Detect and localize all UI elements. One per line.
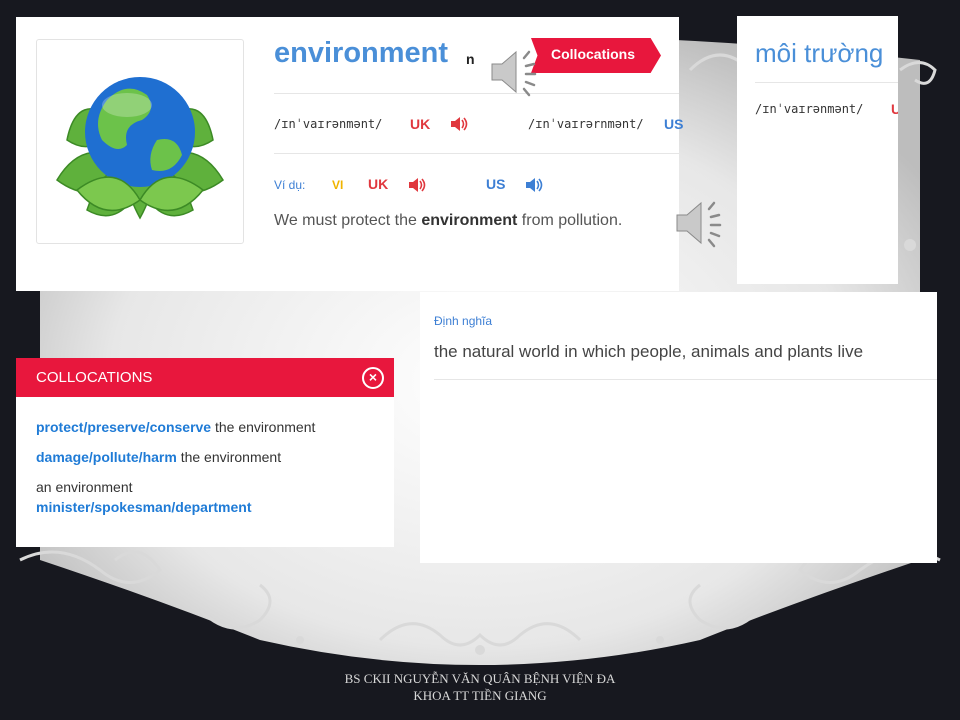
- definition-text: the natural world in which people, anima…: [434, 342, 864, 361]
- slide-footer: BS CKII NGUYỄN VĂN QUÂN BỆNH VIỆN ĐA KHO…: [300, 670, 660, 704]
- translation-ipa: /ɪnˈvaɪrənmənt/: [755, 102, 864, 116]
- collocation-item: damage/pollute/harm the environment: [36, 449, 282, 465]
- close-icon[interactable]: ×: [362, 367, 384, 389]
- divider: [274, 153, 679, 154]
- collocations-panel: COLLOCATIONS × protect/preserve/conserve…: [16, 358, 394, 547]
- speaker-example-uk-icon[interactable]: [408, 177, 426, 193]
- example-label: Ví dụ:: [274, 178, 306, 192]
- collocation-item: protect/preserve/conserve the environmen…: [36, 419, 316, 435]
- translation-word: môi trường: [755, 38, 884, 68]
- headword: environment: [274, 37, 449, 69]
- collocations-button[interactable]: Collocations: [531, 38, 661, 73]
- divider: [434, 379, 937, 380]
- collocation-item: an environment: [36, 479, 133, 495]
- definition-card: Định nghĩa the natural world in which pe…: [420, 292, 937, 563]
- footer-line: KHOA TT TIỀN GIANG: [413, 688, 547, 703]
- part-of-speech: n: [466, 51, 475, 67]
- speaker-uk-icon[interactable]: [450, 116, 468, 132]
- ipa-uk: /ɪnˈvaɪrənmənt/: [274, 117, 383, 131]
- us-label: US: [664, 116, 684, 132]
- example-us-label: US: [486, 176, 506, 192]
- ipa-us: /ɪnˈvaɪrərnmənt/: [528, 117, 644, 131]
- audio-speaker-icon[interactable]: [673, 195, 729, 251]
- dictionary-entry-card: environment n Collocations /ɪnˈvaɪrənmən…: [16, 17, 683, 291]
- footer-line: BS CKII NGUYỄN VĂN QUÂN BỆNH VIỆN ĐA: [344, 671, 616, 686]
- translation-uk-label: U: [891, 101, 898, 117]
- speaker-example-us-icon[interactable]: [525, 177, 543, 193]
- uk-label: UK: [410, 116, 431, 132]
- example-uk-label: UK: [368, 176, 389, 192]
- divider: [274, 93, 679, 94]
- audio-speaker-icon[interactable]: [488, 44, 544, 100]
- collocations-header: COLLOCATIONS ×: [16, 358, 394, 397]
- example-sentence: We must protect the environment from pol…: [274, 212, 623, 229]
- translation-card: môi trường /ɪnˈvaɪrənmənt/ U: [737, 16, 898, 284]
- definition-label: Định nghĩa: [434, 314, 493, 328]
- collocations-title: COLLOCATIONS: [36, 369, 153, 386]
- earth-leaves-image: [36, 39, 244, 244]
- collocation-item: minister/spokesman/department: [36, 499, 252, 515]
- vi-label: VI: [332, 178, 344, 192]
- divider: [755, 82, 898, 83]
